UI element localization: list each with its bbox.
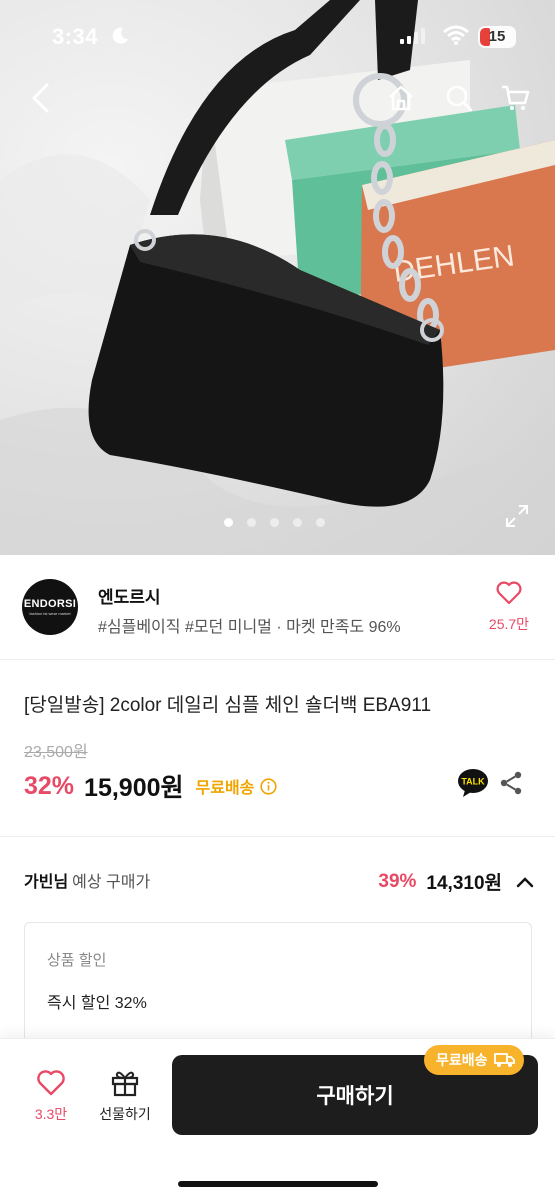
signal-icon bbox=[400, 28, 425, 44]
pagination-dot-active bbox=[224, 518, 233, 527]
gift-label: 선물하기 bbox=[99, 1106, 151, 1122]
share-icon bbox=[500, 771, 522, 795]
seller-logo-text: ENDORSI bbox=[23, 598, 77, 610]
member-name: 가빈님 bbox=[24, 874, 69, 891]
seller-like-button[interactable]: 25.7만 bbox=[484, 581, 534, 634]
image-pagination bbox=[224, 518, 325, 527]
pagination-dot bbox=[247, 518, 256, 527]
free-shipping-badge: 무료배송 bbox=[424, 1045, 524, 1075]
chevron-up-icon[interactable] bbox=[516, 876, 534, 888]
discount-detail-header: 상품 할인 bbox=[47, 952, 107, 969]
truck-icon bbox=[493, 1053, 515, 1067]
back-button[interactable] bbox=[22, 80, 58, 116]
pagination-dot bbox=[316, 518, 325, 527]
info-icon[interactable] bbox=[260, 777, 278, 795]
discount-rate: 32% bbox=[24, 771, 75, 800]
home-button[interactable] bbox=[383, 80, 419, 116]
seller-like-count: 25.7만 bbox=[488, 616, 530, 632]
discount-detail-value: 즉시 할인 32% bbox=[47, 995, 147, 1012]
like-count: 3.3만 bbox=[34, 1106, 68, 1122]
moon-icon bbox=[112, 27, 128, 44]
search-button[interactable] bbox=[441, 80, 477, 116]
gift-button[interactable]: 선물하기 bbox=[92, 1069, 158, 1124]
wifi-icon bbox=[443, 25, 469, 45]
battery-level: 15 bbox=[488, 28, 506, 45]
price-row: 32% 15,900원 무료배송 bbox=[24, 768, 278, 804]
seller-tags: #심플베이직 #모던 미니멀 · 마켓 만족도 96% bbox=[98, 619, 401, 636]
kakaotalk-share-button[interactable]: TALK bbox=[456, 768, 490, 798]
section-divider bbox=[0, 836, 555, 837]
seller-logo[interactable]: ENDORSI fashion tsi wear market bbox=[22, 579, 78, 635]
heart-icon bbox=[496, 581, 522, 605]
like-button[interactable]: 3.3만 bbox=[22, 1069, 80, 1124]
expected-price-label: 예상 구매가 bbox=[72, 874, 151, 891]
bottom-action-bar: 3.3만 선물하기 구매하기 무료배송 bbox=[0, 1038, 555, 1200]
product-title: [당일발송] 2color 데일리 심플 체인 숄더백 EBA911 bbox=[24, 695, 432, 716]
status-time: 3:34 bbox=[52, 24, 99, 49]
cart-icon bbox=[502, 85, 530, 110]
heart-icon bbox=[37, 1070, 65, 1096]
fullscreen-button[interactable] bbox=[501, 500, 533, 532]
expand-icon bbox=[506, 505, 528, 527]
home-icon bbox=[389, 85, 413, 111]
free-shipping-label: 무료배송 bbox=[195, 780, 255, 797]
sale-price: 15,900원 bbox=[84, 774, 184, 802]
seller-logo-subtext: fashion tsi wear market bbox=[29, 611, 71, 616]
pagination-dot bbox=[293, 518, 302, 527]
expected-price: 14,310원 bbox=[426, 873, 502, 894]
product-image[interactable]: DEHLEN 3:34 15 bbox=[0, 0, 555, 555]
original-price: 23,500원 bbox=[24, 744, 88, 761]
expected-discount: 39% bbox=[378, 870, 417, 892]
pagination-dot bbox=[270, 518, 279, 527]
cart-button[interactable] bbox=[497, 80, 533, 116]
search-icon bbox=[446, 85, 473, 112]
gift-icon bbox=[111, 1071, 139, 1097]
home-indicator bbox=[178, 1181, 378, 1187]
chevron-left-icon bbox=[31, 83, 49, 113]
seller-section[interactable]: ENDORSI fashion tsi wear market 엔도르시 #심플… bbox=[0, 555, 555, 660]
free-shipping-badge-label: 무료배송 bbox=[436, 1052, 488, 1068]
expected-price-row[interactable]: 가빈님 예상 구매가 39% 14,310원 bbox=[24, 868, 534, 894]
talk-icon: TALK bbox=[458, 769, 488, 797]
svg-text:TALK: TALK bbox=[461, 777, 485, 787]
share-button[interactable] bbox=[496, 768, 526, 798]
status-bar: 3:34 15 bbox=[0, 0, 555, 74]
battery-indicator: 15 bbox=[478, 26, 516, 48]
seller-name[interactable]: 엔도르시 bbox=[98, 583, 161, 608]
